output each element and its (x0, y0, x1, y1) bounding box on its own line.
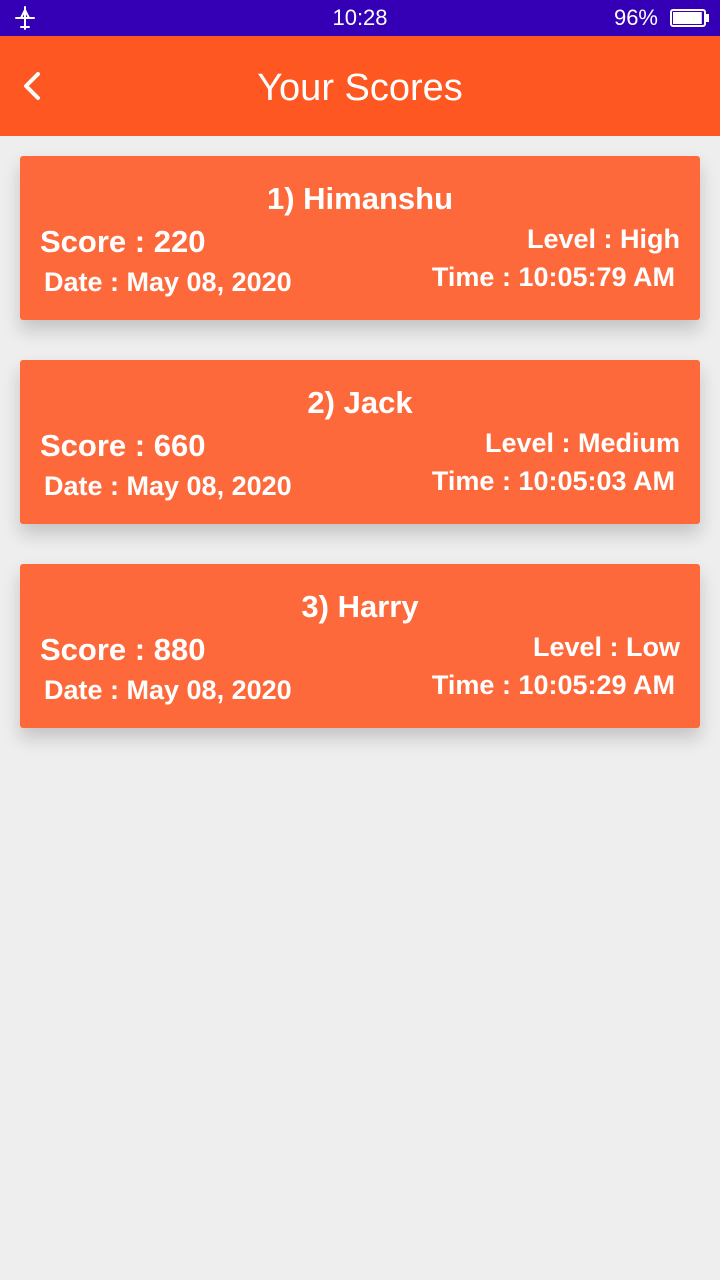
score-level: Level : High (526, 224, 680, 254)
battery-icon (670, 9, 709, 27)
score-value: Score : 220 (40, 224, 206, 259)
score-value: Score : 880 (40, 632, 206, 667)
player-name: 1) Himanshu (266, 181, 454, 216)
score-list: 1) Himanshu Score : 220 Date : May 08, 2… (20, 156, 700, 768)
app-bar: Your Scores (0, 36, 720, 136)
score-time: Time : 10:05:03 AM (431, 466, 675, 496)
score-time: Time : 10:05:79 AM (431, 262, 675, 292)
score-time: Time : 10:05:29 AM (431, 670, 675, 700)
page-title: Your Scores (257, 67, 463, 109)
status-bar: 10:28 96% (0, 0, 720, 36)
status-clock: 10:28 (332, 5, 388, 30)
player-name: 2) Jack (307, 385, 413, 420)
score-value: Score : 660 (40, 428, 206, 463)
score-card[interactable]: 3) Harry Score : 880 Date : May 08, 2020… (20, 564, 700, 728)
score-date: Date : May 08, 2020 (44, 267, 292, 297)
battery-percent: 96% (613, 5, 658, 30)
score-date: Date : May 08, 2020 (44, 471, 292, 501)
score-level: Level : Low (532, 632, 680, 662)
player-name: 3) Harry (301, 589, 419, 624)
score-card[interactable]: 2) Jack Score : 660 Date : May 08, 2020 … (20, 360, 700, 524)
score-level: Level : Medium (484, 428, 680, 458)
score-date: Date : May 08, 2020 (44, 675, 292, 705)
score-card[interactable]: 1) Himanshu Score : 220 Date : May 08, 2… (20, 156, 700, 320)
